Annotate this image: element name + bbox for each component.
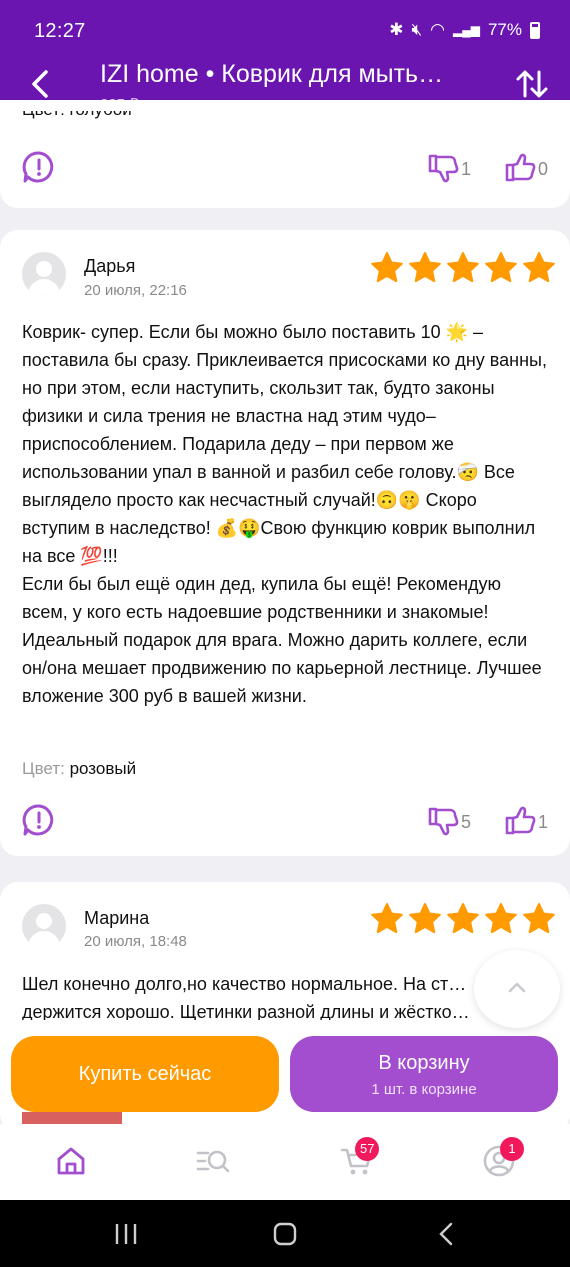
status-icons: ✱ 🔇︎ ◠ ▂▄▆ 77%: [389, 20, 540, 40]
cart-quantity-text: 1 шт. в корзине: [371, 1081, 477, 1098]
back-button-icon[interactable]: [436, 1222, 456, 1246]
recent-apps-icon[interactable]: [113, 1222, 139, 1246]
add-to-cart-label: В корзину: [378, 1052, 470, 1074]
bottom-tab-bar: 57 1: [0, 1124, 570, 1200]
sort-icon[interactable]: [514, 66, 550, 102]
profile-badge: 1: [500, 1137, 524, 1161]
star-icon: [523, 903, 555, 934]
cart-badge: 57: [355, 1137, 380, 1161]
star-icon: [371, 903, 403, 934]
system-nav-bar: [0, 1200, 570, 1267]
catalog-search-icon[interactable]: [196, 1144, 230, 1178]
status-time: 12:27: [34, 20, 86, 42]
status-bar: 12:27 ✱ 🔇︎ ◠ ▂▄▆ 77%: [0, 0, 570, 46]
review-date: 20 июля, 18:48: [84, 933, 187, 950]
like-icon[interactable]: [505, 806, 537, 836]
like-icon[interactable]: [505, 153, 537, 183]
star-icon: [447, 252, 479, 283]
product-image-strip: [22, 1112, 122, 1124]
buy-now-button[interactable]: Купить сейчас: [11, 1036, 279, 1112]
previous-review-cut-text: Цвет: голубой: [22, 111, 162, 124]
report-icon[interactable]: [22, 150, 56, 184]
review-author: Марина: [84, 908, 150, 928]
star-icon: [485, 903, 517, 934]
wifi-icon: ◠: [430, 20, 445, 39]
mute-icon: 🔇︎: [411, 20, 423, 39]
add-to-cart-button[interactable]: В корзину 1 шт. в корзине: [290, 1036, 558, 1112]
review-text: Шел конечно долго,но качество нормальное…: [22, 974, 470, 1020]
dislike-icon[interactable]: [428, 806, 460, 836]
star-icon: [523, 252, 555, 283]
bluetooth-icon: ✱: [389, 20, 404, 39]
star-icon: [371, 252, 403, 283]
chevron-up-icon: [508, 982, 526, 993]
review-card: Дарья 20 июля, 22:16 Коврик- супер. Если…: [0, 230, 570, 856]
back-arrow-icon[interactable]: [24, 66, 60, 102]
battery-icon: [530, 21, 540, 39]
star-icon: [409, 903, 441, 934]
dislike-count: 1: [461, 159, 472, 179]
dislike-count: 5: [461, 812, 472, 832]
avatar: [22, 904, 66, 948]
product-title: IZI home • Коврик для мыть…: [100, 60, 444, 88]
review-date: 20 июля, 22:16: [84, 282, 187, 299]
avatar: [22, 252, 66, 296]
color-value: розовый: [69, 759, 137, 778]
battery-text: 77%: [487, 20, 522, 39]
like-count: 0: [538, 159, 549, 179]
star-icon: [485, 252, 517, 283]
review-text: Коврик- супер. Если бы можно было постав…: [22, 322, 547, 706]
home-button-icon[interactable]: [272, 1222, 298, 1246]
rating-stars: [370, 902, 556, 936]
dislike-icon[interactable]: [428, 153, 460, 183]
color-label: Цвет:: [22, 759, 65, 778]
review-author: Дарья: [84, 256, 136, 276]
scroll-to-top-button[interactable]: [474, 950, 560, 1028]
like-count: 1: [538, 812, 549, 832]
buy-now-label: Купить сейчас: [78, 1063, 212, 1085]
signal-icon: ▂▄▆: [453, 23, 480, 37]
rating-stars: [370, 251, 556, 285]
report-icon[interactable]: [22, 803, 56, 837]
review-color: Цвет: розовый: [22, 759, 136, 779]
star-icon: [409, 252, 441, 283]
home-icon[interactable]: [54, 1144, 88, 1178]
star-icon: [447, 903, 479, 934]
